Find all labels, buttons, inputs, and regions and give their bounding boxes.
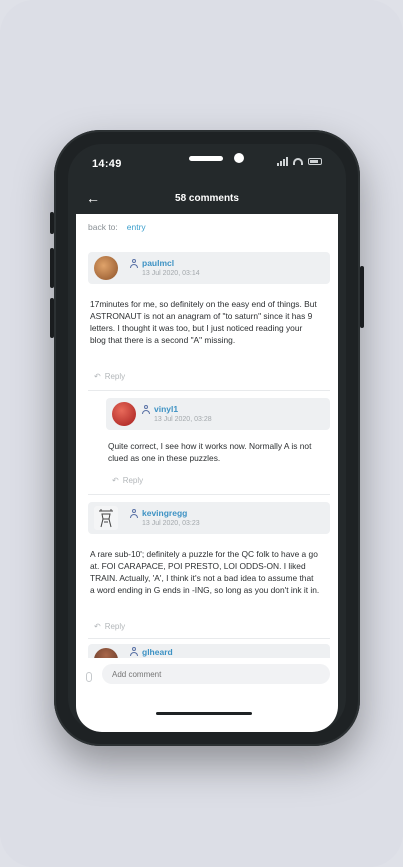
volume-up-button [50,248,54,288]
avatar[interactable] [94,256,118,280]
nav-bar: ← 58 comments [68,184,346,214]
paperclip-icon[interactable] [86,672,92,682]
comment-username[interactable]: kevingregg [142,508,187,518]
divider [88,494,330,495]
comment-input-bar [76,658,338,698]
comment-date: 13 Jul 2020, 03:14 [142,270,200,277]
status-bar: 14:49 [68,144,346,184]
comment-date: 13 Jul 2020, 03:23 [142,520,200,527]
reply-button[interactable]: ↶ Reply [94,372,125,381]
divider [88,638,330,639]
divider [88,390,330,391]
comment-username[interactable]: vinyl1 [154,404,178,414]
home-indicator [156,712,252,715]
user-icon [130,509,138,518]
reply-label: Reply [104,372,126,381]
volume-down-button [50,298,54,338]
comment-header: kevingregg 13 Jul 2020, 03:23 [88,502,330,534]
comments-count-title: 58 comments [175,193,239,204]
comment-input[interactable] [102,664,330,684]
comment-username[interactable]: paulmcl [142,258,174,268]
status-time: 14:49 [92,158,122,170]
comment-date: 13 Jul 2020, 03:28 [154,416,212,423]
avatar[interactable] [94,648,118,658]
back-to-entry-link[interactable]: entry [127,222,146,232]
comment-header: paulmcl 13 Jul 2020, 03:14 [88,252,330,284]
reply-button[interactable]: ↶ Reply [112,476,143,485]
reply-arrow-icon: ↶ [94,622,101,631]
reply-arrow-icon: ↶ [112,476,119,485]
camera-lens [234,153,244,163]
reply-arrow-icon: ↶ [94,372,101,381]
wifi-icon [293,158,303,165]
back-to-label: back to: [88,222,118,232]
user-icon [130,259,138,268]
user-icon [130,647,138,656]
battery-icon [308,158,322,165]
comments-panel: back to: entry paulmcl 13 Jul 2020, 03:14… [76,214,338,732]
power-button [360,266,364,328]
avatar[interactable] [112,402,136,426]
comment-text: Quite correct, I see how it works now. N… [108,441,312,463]
comment-text: A rare sub-10'; definitely a puzzle for … [90,549,320,595]
comment-username[interactable]: glheard [142,647,173,657]
camera-notch-pill [189,156,223,161]
comment-text: 17minutes for me, so definitely on the e… [90,299,317,345]
back-to-row: back to: entry [88,222,146,232]
comment-header: glheard [88,644,330,658]
comment-header: vinyl1 13 Jul 2020, 03:28 [106,398,330,430]
sketch-avatar-icon [99,509,113,528]
status-icons [277,157,322,166]
user-icon [142,405,150,414]
avatar[interactable] [94,506,118,530]
reply-label: Reply [122,476,144,485]
signal-icon [277,157,288,166]
reply-button[interactable]: ↶ Reply [94,622,125,631]
phone-screen: 14:49 ← 58 comments back to: entry paulmc… [68,144,346,732]
silent-switch [50,212,54,234]
reply-label: Reply [104,622,126,631]
phone-frame: 14:49 ← 58 comments back to: entry paulmc… [50,130,364,746]
